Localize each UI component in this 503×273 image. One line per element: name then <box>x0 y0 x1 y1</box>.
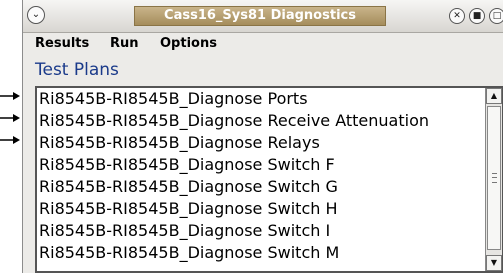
list-item[interactable]: Ri8545B-RI8545B_Diagnose Receive Attenua… <box>39 110 429 132</box>
test-plan-list[interactable]: Ri8545B-RI8545B_Diagnose Ports Ri8545B-R… <box>35 86 503 273</box>
chevron-down-icon[interactable]: ⌄ <box>27 6 45 24</box>
scroll-up-icon[interactable]: ▲ <box>486 88 502 104</box>
list-item[interactable]: Ri8545B-RI8545B_Diagnose Ports <box>39 88 308 110</box>
list-item[interactable]: Ri8545B-RI8545B_Diagnose Switch M <box>39 242 339 264</box>
menu-options[interactable]: Options <box>160 36 217 51</box>
menu-run[interactable]: Run <box>110 36 139 51</box>
scrollbar-thumb[interactable] <box>487 106 501 250</box>
list-item[interactable]: Ri8545B-RI8545B_Diagnose Switch H <box>39 198 338 220</box>
diagnostics-window: ⌄ Cass16_Sys81 Diagnostics ✕ ■ □ Results… <box>22 0 503 273</box>
scroll-down-icon[interactable]: ▼ <box>486 255 502 271</box>
grip-icon <box>492 173 497 183</box>
arrow-right-icon <box>0 136 20 144</box>
title-bar[interactable]: ⌄ Cass16_Sys81 Diagnostics ✕ ■ □ <box>23 0 503 33</box>
menu-results[interactable]: Results <box>35 36 89 51</box>
arrow-right-icon <box>0 92 20 100</box>
title-plate: Cass16_Sys81 Diagnostics <box>134 6 386 26</box>
list-item[interactable]: Ri8545B-RI8545B_Diagnose Relays <box>39 132 320 154</box>
list-item[interactable]: Ri8545B-RI8545B_Diagnose Switch G <box>39 176 338 198</box>
list-item[interactable]: Ri8545B-RI8545B_Diagnose Switch I <box>39 220 330 242</box>
maximize-icon[interactable]: □ <box>489 8 503 24</box>
minimize-icon[interactable]: ■ <box>469 8 485 24</box>
arrow-right-icon <box>0 114 20 122</box>
window-title: Cass16_Sys81 Diagnostics <box>164 8 356 23</box>
menu-bar: Results Run Options <box>23 33 503 55</box>
list-item[interactable]: Ri8545B-RI8545B_Diagnose Switch F <box>39 154 335 176</box>
section-label: Test Plans <box>35 60 119 80</box>
vertical-scrollbar[interactable]: ▲ ▼ <box>485 88 502 271</box>
close-icon[interactable]: ✕ <box>449 8 465 24</box>
